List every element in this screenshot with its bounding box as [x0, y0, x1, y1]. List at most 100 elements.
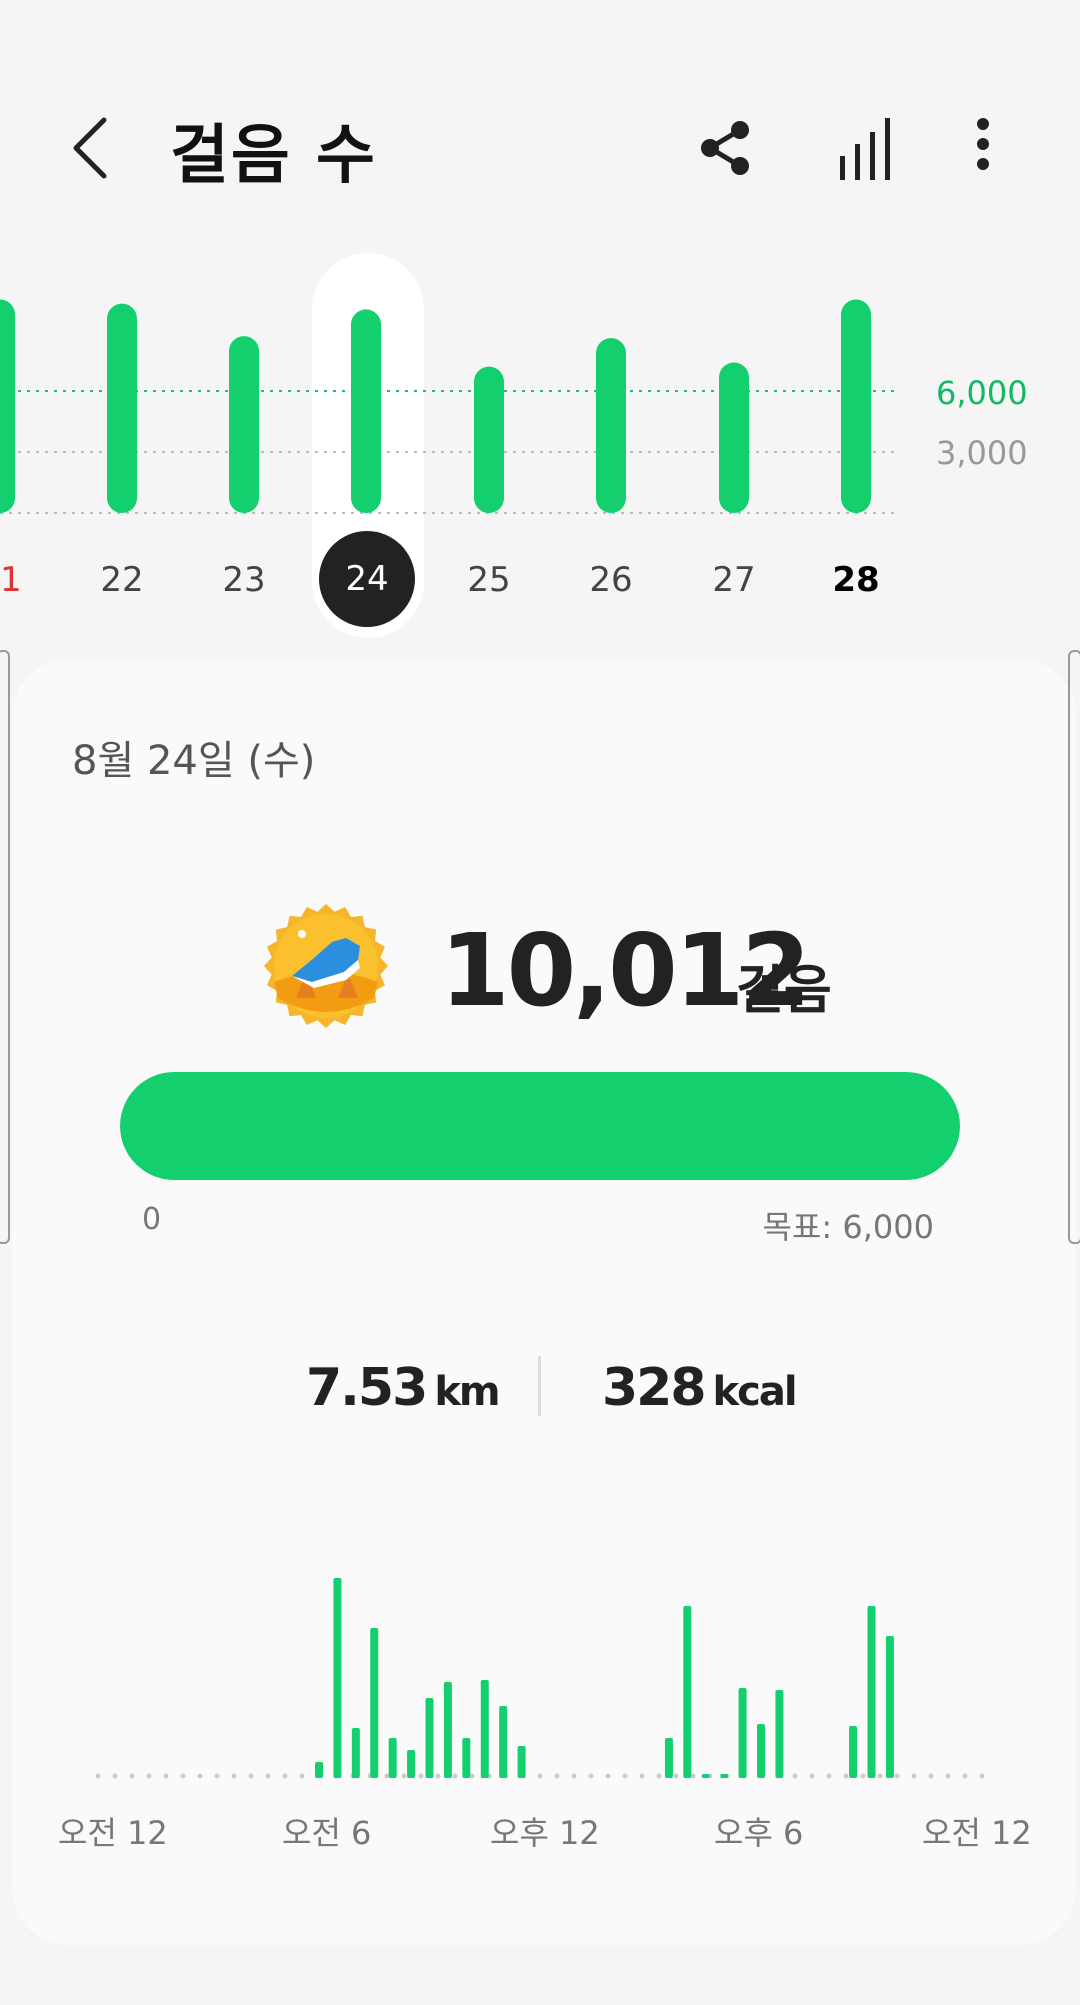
baseline-dot	[282, 1773, 288, 1779]
hourly-bar	[885, 1636, 894, 1778]
baseline-dot	[622, 1773, 628, 1779]
trends-button[interactable]	[830, 110, 900, 186]
baseline-dot	[418, 1773, 424, 1779]
weekly-bar-25[interactable]	[474, 366, 504, 513]
hourly-bar	[443, 1682, 452, 1778]
hourly-bar	[701, 1774, 710, 1778]
weekly-bar-21[interactable]	[0, 299, 15, 514]
hourly-bar	[664, 1738, 673, 1778]
baseline-dot	[197, 1773, 203, 1779]
day-label-23[interactable]: 23	[204, 560, 284, 600]
bar-chart-icon	[840, 118, 890, 180]
baseline-dot	[537, 1773, 543, 1779]
day-label-26[interactable]: 26	[571, 560, 651, 600]
reference-value-label: 3,000	[936, 434, 1028, 472]
day-label-24-selected[interactable]: 24	[319, 531, 415, 627]
more-vertical-icon	[977, 118, 989, 170]
time-axis-label: 오후 6	[714, 1814, 804, 1852]
hourly-bar	[849, 1726, 858, 1778]
baseline-dot	[180, 1773, 186, 1779]
calories-value: 328	[602, 1358, 707, 1418]
hourly-bar	[720, 1774, 729, 1778]
hourly-bar	[351, 1728, 360, 1778]
baseline-dot	[452, 1773, 458, 1779]
baseline-dot	[214, 1773, 220, 1779]
weekly-bar-24[interactable]	[351, 309, 381, 513]
more-options-button[interactable]	[948, 110, 1018, 186]
baseline-dot	[860, 1773, 866, 1779]
distance-stat: 7.53 km	[306, 1358, 501, 1418]
day-label-27[interactable]: 27	[694, 560, 774, 600]
back-arrow-icon	[73, 117, 107, 179]
baseline-dot	[673, 1773, 679, 1779]
hourly-steps-chart	[95, 1578, 985, 1779]
steps-unit: 걸음	[736, 961, 832, 1021]
page-title: 걸음 수	[170, 119, 377, 193]
weekly-bar-28[interactable]	[841, 299, 871, 514]
hourly-bar	[517, 1746, 526, 1778]
baseline-dot	[911, 1773, 917, 1779]
time-axis-label: 오후 12	[490, 1814, 600, 1852]
share-icon	[701, 121, 749, 175]
baseline-dot	[894, 1773, 900, 1779]
day-label-25[interactable]: 25	[449, 560, 529, 600]
day-label-21[interactable]: 21	[0, 560, 40, 600]
baseline-dot	[163, 1773, 169, 1779]
hourly-bar	[315, 1762, 323, 1778]
hourly-bar	[388, 1738, 397, 1778]
baseline-dot	[928, 1773, 934, 1779]
baseline-dot	[554, 1773, 560, 1779]
prev-card-edge[interactable]	[0, 650, 10, 1244]
goal-progress-fill	[120, 1072, 960, 1180]
day-label-28[interactable]: 28	[816, 560, 896, 600]
calories-stat: 328 kcal	[602, 1358, 798, 1418]
hourly-bar	[867, 1606, 876, 1778]
baseline-dot	[265, 1773, 271, 1779]
baseline-dot	[435, 1773, 441, 1779]
hourly-bar	[425, 1698, 434, 1778]
baseline-dot	[809, 1773, 815, 1779]
steps-badge-icon	[264, 904, 388, 1028]
time-axis-label: 오전 6	[282, 1814, 372, 1852]
baseline-dot	[877, 1773, 883, 1779]
progress-goal-label: 목표: 6,000	[762, 1208, 934, 1246]
hourly-bar	[738, 1688, 747, 1778]
back-button[interactable]	[62, 108, 122, 188]
app-header: 걸음 수	[0, 0, 1080, 220]
stat-divider	[538, 1356, 541, 1416]
time-axis-label: 오전 12	[922, 1814, 1032, 1852]
baseline-dot	[571, 1773, 577, 1779]
hourly-bar	[462, 1738, 471, 1778]
time-axis-label: 오전 12	[58, 1814, 168, 1852]
baseline-dot	[146, 1773, 152, 1779]
hourly-bar	[683, 1606, 692, 1778]
distance-unit: km	[434, 1369, 500, 1415]
baseline-dot	[231, 1773, 237, 1779]
selected-date: 8월 24일 (수)	[72, 738, 316, 784]
baseline-dot	[129, 1773, 135, 1779]
baseline-dot	[826, 1773, 832, 1779]
hourly-bar	[757, 1724, 765, 1778]
hourly-bar	[480, 1680, 489, 1778]
share-button[interactable]	[690, 110, 760, 186]
hourly-bar	[370, 1628, 379, 1778]
day-label-22[interactable]: 22	[82, 560, 162, 600]
hourly-bar	[775, 1690, 784, 1778]
baseline-dot	[299, 1773, 305, 1779]
baseline-dot	[979, 1773, 985, 1779]
goal-progress-bar	[120, 1072, 960, 1180]
goal-value-label: 6,000	[936, 374, 1028, 412]
weekly-bar-26[interactable]	[596, 338, 626, 513]
weekly-bar-22[interactable]	[107, 303, 137, 513]
baseline-dot	[656, 1773, 662, 1779]
baseline-dot	[95, 1773, 101, 1779]
weekly-steps-chart	[0, 299, 900, 514]
next-card-edge[interactable]	[1068, 650, 1080, 1244]
baseline-dot	[962, 1773, 968, 1779]
weekly-bar-23[interactable]	[229, 336, 259, 513]
progress-min-label: 0	[142, 1202, 162, 1237]
weekly-bar-27[interactable]	[719, 362, 749, 513]
baseline-dot	[792, 1773, 798, 1779]
baseline-dot	[112, 1773, 118, 1779]
baseline-dot	[843, 1773, 849, 1779]
